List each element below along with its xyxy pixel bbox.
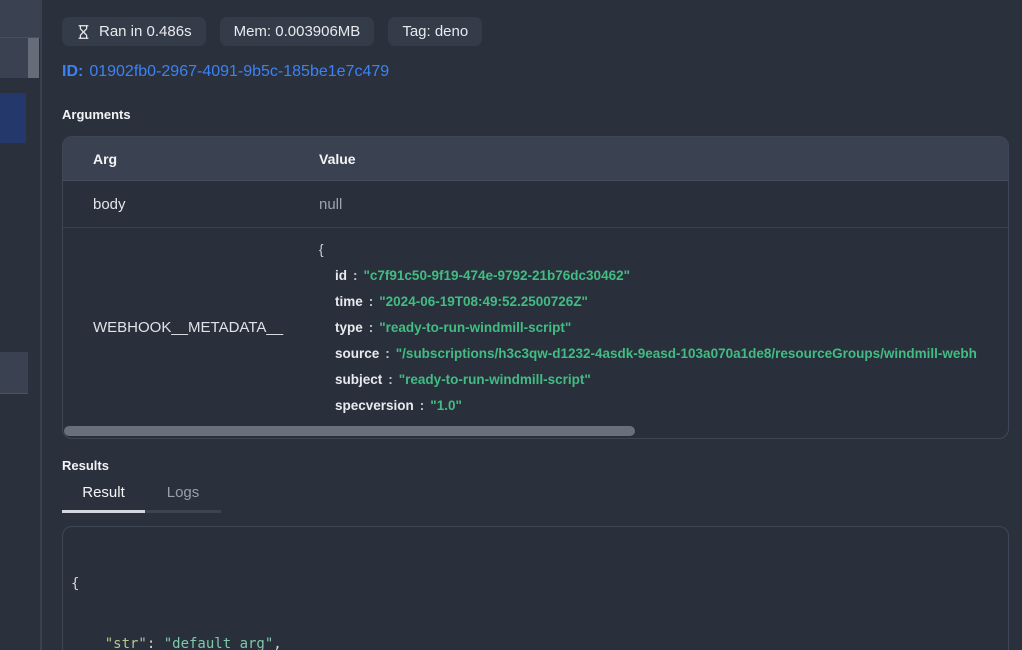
object-separator: : <box>369 294 374 309</box>
object-entry-subject: subject: "ready-to-run-windmill-script" <box>319 367 1008 393</box>
object-separator: : <box>369 320 374 335</box>
column-header-value: Value <box>289 151 1008 167</box>
object-value: "2024-06-19T08:49:52.2500726Z" <box>379 294 588 309</box>
arguments-table-header: Arg Value <box>63 137 1008 181</box>
table-horizontal-scrollbar-track[interactable] <box>64 424 1007 437</box>
object-entry-type: type: "ready-to-run-windmill-script" <box>319 315 1008 341</box>
object-key: specversion <box>335 398 414 413</box>
object-value: "c7f91c50-9f19-474e-9792-21b76dc30462" <box>364 268 631 283</box>
tab-result-label: Result <box>82 484 125 501</box>
object-entry-time: time: "2024-06-19T08:49:52.2500726Z" <box>319 289 1008 315</box>
arguments-table: Arg Value body null WEBHOOK__METADATA__ … <box>62 136 1009 439</box>
object-value: "ready-to-run-windmill-script" <box>379 320 571 335</box>
tab-result[interactable]: Result <box>62 484 145 513</box>
object-separator: : <box>353 268 358 283</box>
sidebar-selected-item[interactable] <box>0 93 26 143</box>
run-id-line: ID: 01902fb0-2967-4091-9b5c-185be1e7c479 <box>62 63 1009 83</box>
memory-badge-label: Mem: 0.003906MB <box>234 23 361 40</box>
object-value: "/subscriptions/h3c3qw-d1232-4asdk-9easd… <box>396 346 977 361</box>
tag-badge: Tag: deno <box>388 17 482 46</box>
result-json-box: { "str": "default arg", "union": "Hello … <box>62 526 1009 650</box>
object-separator: : <box>388 372 393 387</box>
object-key: type <box>335 320 363 335</box>
run-detail-panel: Ran in 0.486s Mem: 0.003906MB Tag: deno … <box>42 0 1022 650</box>
object-separator: : <box>420 398 425 413</box>
arg-value-webhook-metadata: { id: "c7f91c50-9f19-474e-9792-21b76dc304… <box>289 228 1008 426</box>
results-section-title: Results <box>62 458 1009 473</box>
sidebar-header-block <box>0 0 40 38</box>
tab-logs-label: Logs <box>167 484 200 501</box>
code-line-2: "str": "default arg", <box>71 635 998 650</box>
arg-name-webhook-metadata: WEBHOOK__METADATA__ <box>63 228 289 426</box>
runtime-badge: Ran in 0.486s <box>62 17 206 46</box>
arg-value-body: null <box>289 196 1008 213</box>
run-id-label: ID: <box>62 63 83 80</box>
tab-logs[interactable]: Logs <box>145 484 221 513</box>
arguments-section-title: Arguments <box>62 107 1009 122</box>
results-tabs: Result Logs <box>62 484 1009 513</box>
code-line-1: { <box>71 575 998 595</box>
run-id-value[interactable]: 01902fb0-2967-4091-9b5c-185be1e7c479 <box>89 63 389 80</box>
table-row-body: body null <box>63 181 1008 228</box>
object-key: time <box>335 294 363 309</box>
json-value-str: "default arg" <box>164 636 274 650</box>
memory-badge: Mem: 0.003906MB <box>220 17 375 46</box>
object-open-brace: { <box>319 237 1008 263</box>
table-horizontal-scrollbar-thumb[interactable] <box>64 426 635 436</box>
object-entry-specversion: specversion: "1.0" <box>319 393 1008 419</box>
object-separator: : <box>385 346 390 361</box>
arg-name-body: body <box>63 196 289 213</box>
result-json-code: { "str": "default arg", "union": "Hello … <box>71 536 998 650</box>
table-row-webhook-metadata: WEBHOOK__METADATA__ { id: "c7f91c50-9f19-… <box>63 228 1008 426</box>
sidebar-edge <box>0 0 42 650</box>
object-entry-source: source: "/subscriptions/h3c3qw-d1232-4asd… <box>319 341 1008 367</box>
runtime-badge-label: Ran in 0.486s <box>99 23 192 40</box>
object-key: source <box>335 346 379 361</box>
object-key: id <box>335 268 347 283</box>
object-key: subject <box>335 372 382 387</box>
object-viewer: { id: "c7f91c50-9f19-474e-9792-21b76dc304… <box>319 228 1008 419</box>
tag-badge-label: Tag: deno <box>402 23 468 40</box>
hourglass-icon <box>76 24 91 40</box>
object-entry-id: id: "c7f91c50-9f19-474e-9792-21b76dc30462… <box>319 263 1008 289</box>
sidebar-item[interactable] <box>0 352 28 394</box>
sidebar-vertical-scrollbar-thumb[interactable] <box>28 38 39 78</box>
object-value: "1.0" <box>430 398 462 413</box>
column-header-arg: Arg <box>63 151 289 167</box>
sidebar-list-block <box>0 38 28 78</box>
object-value: "ready-to-run-windmill-script" <box>399 372 591 387</box>
json-key-str: "str" <box>71 636 147 650</box>
tab-result-active-underline <box>62 510 145 513</box>
run-stats-badges: Ran in 0.486s Mem: 0.003906MB Tag: deno <box>62 17 1009 46</box>
tab-logs-underline <box>145 510 221 513</box>
